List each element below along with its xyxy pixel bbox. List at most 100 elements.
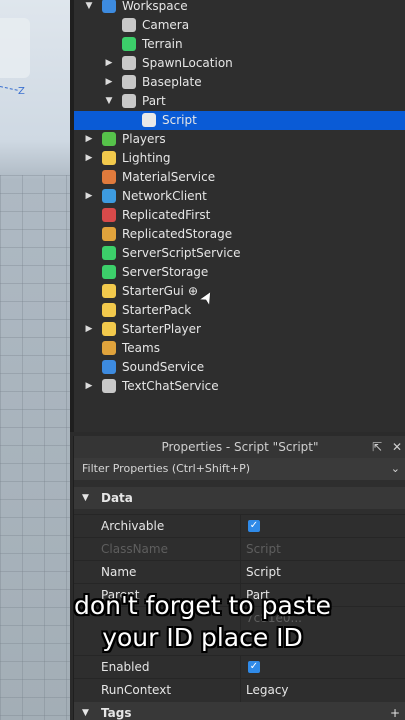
- workspace-icon: [102, 0, 116, 13]
- property-row-archivable[interactable]: Archivable ✓: [74, 514, 405, 538]
- explorer-item-replicatedfirst[interactable]: ReplicatedFirst: [74, 206, 405, 225]
- explorer-item-workspace[interactable]: ▼ Workspace: [74, 0, 405, 16]
- explorer-item-soundservice[interactable]: SoundService: [74, 358, 405, 377]
- property-name: Name: [101, 565, 137, 579]
- teams-icon: [102, 341, 116, 355]
- sound-service-icon: [102, 360, 116, 374]
- explorer-item-label: Terrain: [142, 37, 183, 51]
- caption-line-1: don't forget to paste: [73, 591, 331, 620]
- explorer-item-label: Workspace: [122, 0, 188, 13]
- explorer-item-label: Baseplate: [142, 75, 202, 89]
- chevron-right-icon[interactable]: ▶: [84, 187, 94, 206]
- explorer-item-label: SoundService: [122, 360, 205, 374]
- material-service-icon: [102, 170, 116, 184]
- property-row-name[interactable]: Name Script: [74, 560, 405, 584]
- starter-gui-icon: [102, 284, 116, 298]
- explorer-item-lighting[interactable]: ▶ Lighting: [74, 149, 405, 168]
- explorer-item-label: ServerStorage: [122, 265, 209, 279]
- column-divider: [240, 515, 241, 538]
- chevron-right-icon[interactable]: ▶: [84, 377, 94, 396]
- explorer-item-textchatservice[interactable]: ▶ TextChatService: [74, 377, 405, 396]
- explorer-item-label: StarterPack: [122, 303, 192, 317]
- players-icon: [102, 132, 116, 146]
- z-axis-line: [0, 86, 18, 91]
- explorer-panel: ▼ Workspace Camera Terrain ▶ SpawnLocation ▶ Ba…: [70, 0, 405, 432]
- property-value[interactable]: Script: [246, 561, 281, 584]
- chevron-down-icon[interactable]: ▼: [104, 92, 114, 111]
- chevron-right-icon[interactable]: ▶: [84, 320, 94, 339]
- chevron-right-icon[interactable]: ▶: [84, 149, 94, 168]
- property-value[interactable]: Script: [246, 538, 281, 561]
- text-chat-service-icon: [102, 379, 116, 393]
- section-data-label: Data: [101, 491, 133, 505]
- explorer-item-script[interactable]: Script: [74, 111, 405, 130]
- part-icon: [122, 94, 136, 108]
- explorer-item-starterpack[interactable]: StarterPack: [74, 301, 405, 320]
- column-divider: [240, 538, 241, 561]
- property-row-classname[interactable]: ClassName Script: [74, 537, 405, 561]
- z-axis-label: Z: [18, 86, 25, 97]
- checkbox-checked[interactable]: ✓: [248, 520, 260, 532]
- column-divider: [240, 561, 241, 584]
- properties-window-controls: ⇱ ✕: [372, 436, 402, 458]
- undock-icon[interactable]: ⇱: [372, 440, 382, 454]
- explorer-item-label: Part: [142, 94, 166, 108]
- filter-properties-input[interactable]: Filter Properties (Ctrl+Shift+P) ⌄: [74, 458, 405, 480]
- chevron-right-icon[interactable]: ▶: [104, 73, 114, 92]
- explorer-item-starterplayer[interactable]: ▶ StarterPlayer: [74, 320, 405, 339]
- starter-pack-icon: [102, 303, 116, 317]
- chevron-right-icon[interactable]: ▶: [104, 54, 114, 73]
- explorer-item-part[interactable]: ▼ Part: [74, 92, 405, 111]
- explorer-item-startergui[interactable]: StarterGui ⊕ ➤: [74, 282, 405, 308]
- script-icon: [142, 113, 156, 127]
- explorer-item-players[interactable]: ▶ Players: [74, 130, 405, 149]
- server-script-service-icon: [102, 246, 116, 260]
- camera-icon: [122, 18, 136, 32]
- property-value[interactable]: Legacy: [246, 679, 289, 702]
- explorer-item-label: ReplicatedFirst: [122, 208, 211, 222]
- explorer-item-label: StarterGui: [122, 284, 184, 298]
- add-tag-icon[interactable]: +: [390, 702, 400, 720]
- close-icon[interactable]: ✕: [392, 440, 402, 454]
- explorer-item-label: Lighting: [122, 151, 171, 165]
- explorer-item-serverscriptservice[interactable]: ServerScriptService: [74, 244, 405, 263]
- filter-dropdown-icon[interactable]: ⌄: [391, 458, 400, 480]
- explorer-item-terrain[interactable]: Terrain: [74, 35, 405, 54]
- starter-player-icon: [102, 322, 116, 336]
- property-row-runcontext[interactable]: RunContext Legacy: [74, 678, 405, 702]
- chevron-right-icon[interactable]: ▶: [84, 130, 94, 149]
- explorer-item-materialservice[interactable]: MaterialService: [74, 168, 405, 187]
- section-tags-label: Tags: [101, 706, 132, 720]
- explorer-item-baseplate[interactable]: ▶ Baseplate: [74, 73, 405, 92]
- chevron-down-icon[interactable]: ▼: [84, 0, 94, 16]
- spawn-location-icon: [122, 56, 136, 70]
- explorer-item-label: SpawnLocation: [142, 56, 233, 70]
- section-data[interactable]: ▼ Data: [74, 487, 405, 509]
- properties-title: Properties - Script "Script": [74, 436, 405, 458]
- explorer-item-spawnlocation[interactable]: ▶ SpawnLocation: [74, 54, 405, 73]
- explorer-item-camera[interactable]: Camera: [74, 16, 405, 35]
- replicated-first-icon: [102, 208, 116, 222]
- explorer-item-label: TextChatService: [122, 379, 219, 393]
- explorer-item-label: Camera: [142, 18, 190, 32]
- property-row-enabled[interactable]: Enabled ✓: [74, 655, 405, 679]
- caption-line-2: your ID place ID: [102, 623, 303, 652]
- explorer-item-label: Script: [162, 113, 197, 127]
- part-cube[interactable]: [0, 18, 30, 78]
- explorer-item-label: MaterialService: [122, 170, 216, 184]
- explorer-item-label: Teams: [122, 341, 160, 355]
- property-name: Enabled: [101, 660, 150, 674]
- filter-placeholder: Filter Properties (Ctrl+Shift+P): [82, 462, 251, 475]
- explorer-item-replicatedstorage[interactable]: ReplicatedStorage: [74, 225, 405, 244]
- replicated-storage-icon: [102, 227, 116, 241]
- terrain-icon: [122, 37, 136, 51]
- checkbox-checked[interactable]: ✓: [248, 661, 260, 673]
- property-name: ClassName: [101, 542, 168, 556]
- properties-panel: Properties - Script "Script" ⇱ ✕ Filter …: [73, 436, 405, 720]
- explorer-item-teams[interactable]: Teams: [74, 339, 405, 358]
- section-tags[interactable]: ▼ Tags +: [74, 702, 405, 720]
- explorer-item-serverstorage[interactable]: ServerStorage: [74, 263, 405, 282]
- explorer-item-networkclient[interactable]: ▶ NetworkClient: [74, 187, 405, 206]
- baseplate-icon: [122, 75, 136, 89]
- column-divider: [240, 656, 241, 679]
